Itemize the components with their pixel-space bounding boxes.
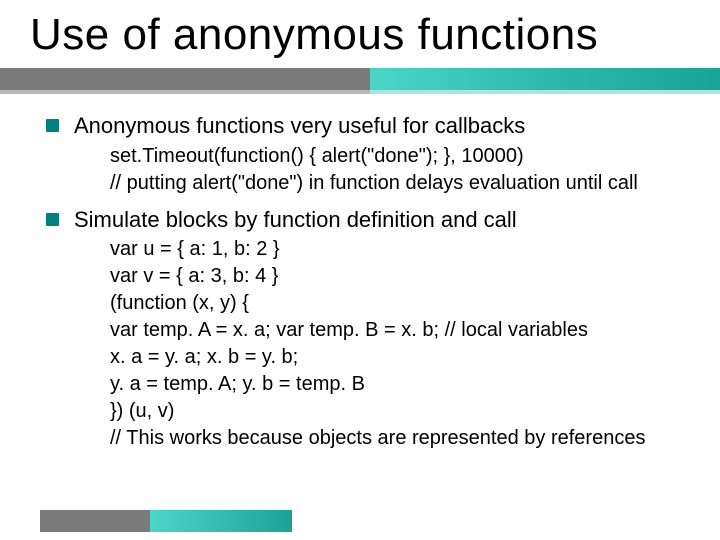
bullet-2-sub-8: // This works because objects are repres…	[46, 426, 680, 451]
bullet-2-sub-2: var v = { a: 3, b: 4 }	[46, 264, 680, 289]
title-underline	[0, 68, 720, 100]
bullet-1: Anonymous functions very useful for call…	[46, 112, 680, 140]
bullet-2-sub-3: (function (x, y) {	[46, 291, 680, 316]
bullet-2-sub-7: }) (u, v)	[46, 399, 680, 424]
bullet-2-sub-5: x. a = y. a; x. b = y. b;	[46, 345, 680, 370]
bullet-2: Simulate blocks by function definition a…	[46, 206, 680, 234]
slide-title: Use of anonymous functions	[0, 0, 720, 66]
footer-decoration	[40, 510, 292, 532]
bullet-1-sub-2: // putting alert("done") in function del…	[46, 171, 680, 196]
bullet-2-sub-1: var u = { a: 1, b: 2 }	[46, 237, 680, 262]
slide-body: Anonymous functions very useful for call…	[0, 100, 720, 451]
bullet-2-sub-4: var temp. A = x. a; var temp. B = x. b; …	[46, 318, 680, 343]
slide: Use of anonymous functions Anonymous fun…	[0, 0, 720, 540]
bullet-1-sub-1: set.Timeout(function() { alert("done"); …	[46, 144, 680, 169]
bullet-2-sub-6: y. a = temp. A; y. b = temp. B	[46, 372, 680, 397]
